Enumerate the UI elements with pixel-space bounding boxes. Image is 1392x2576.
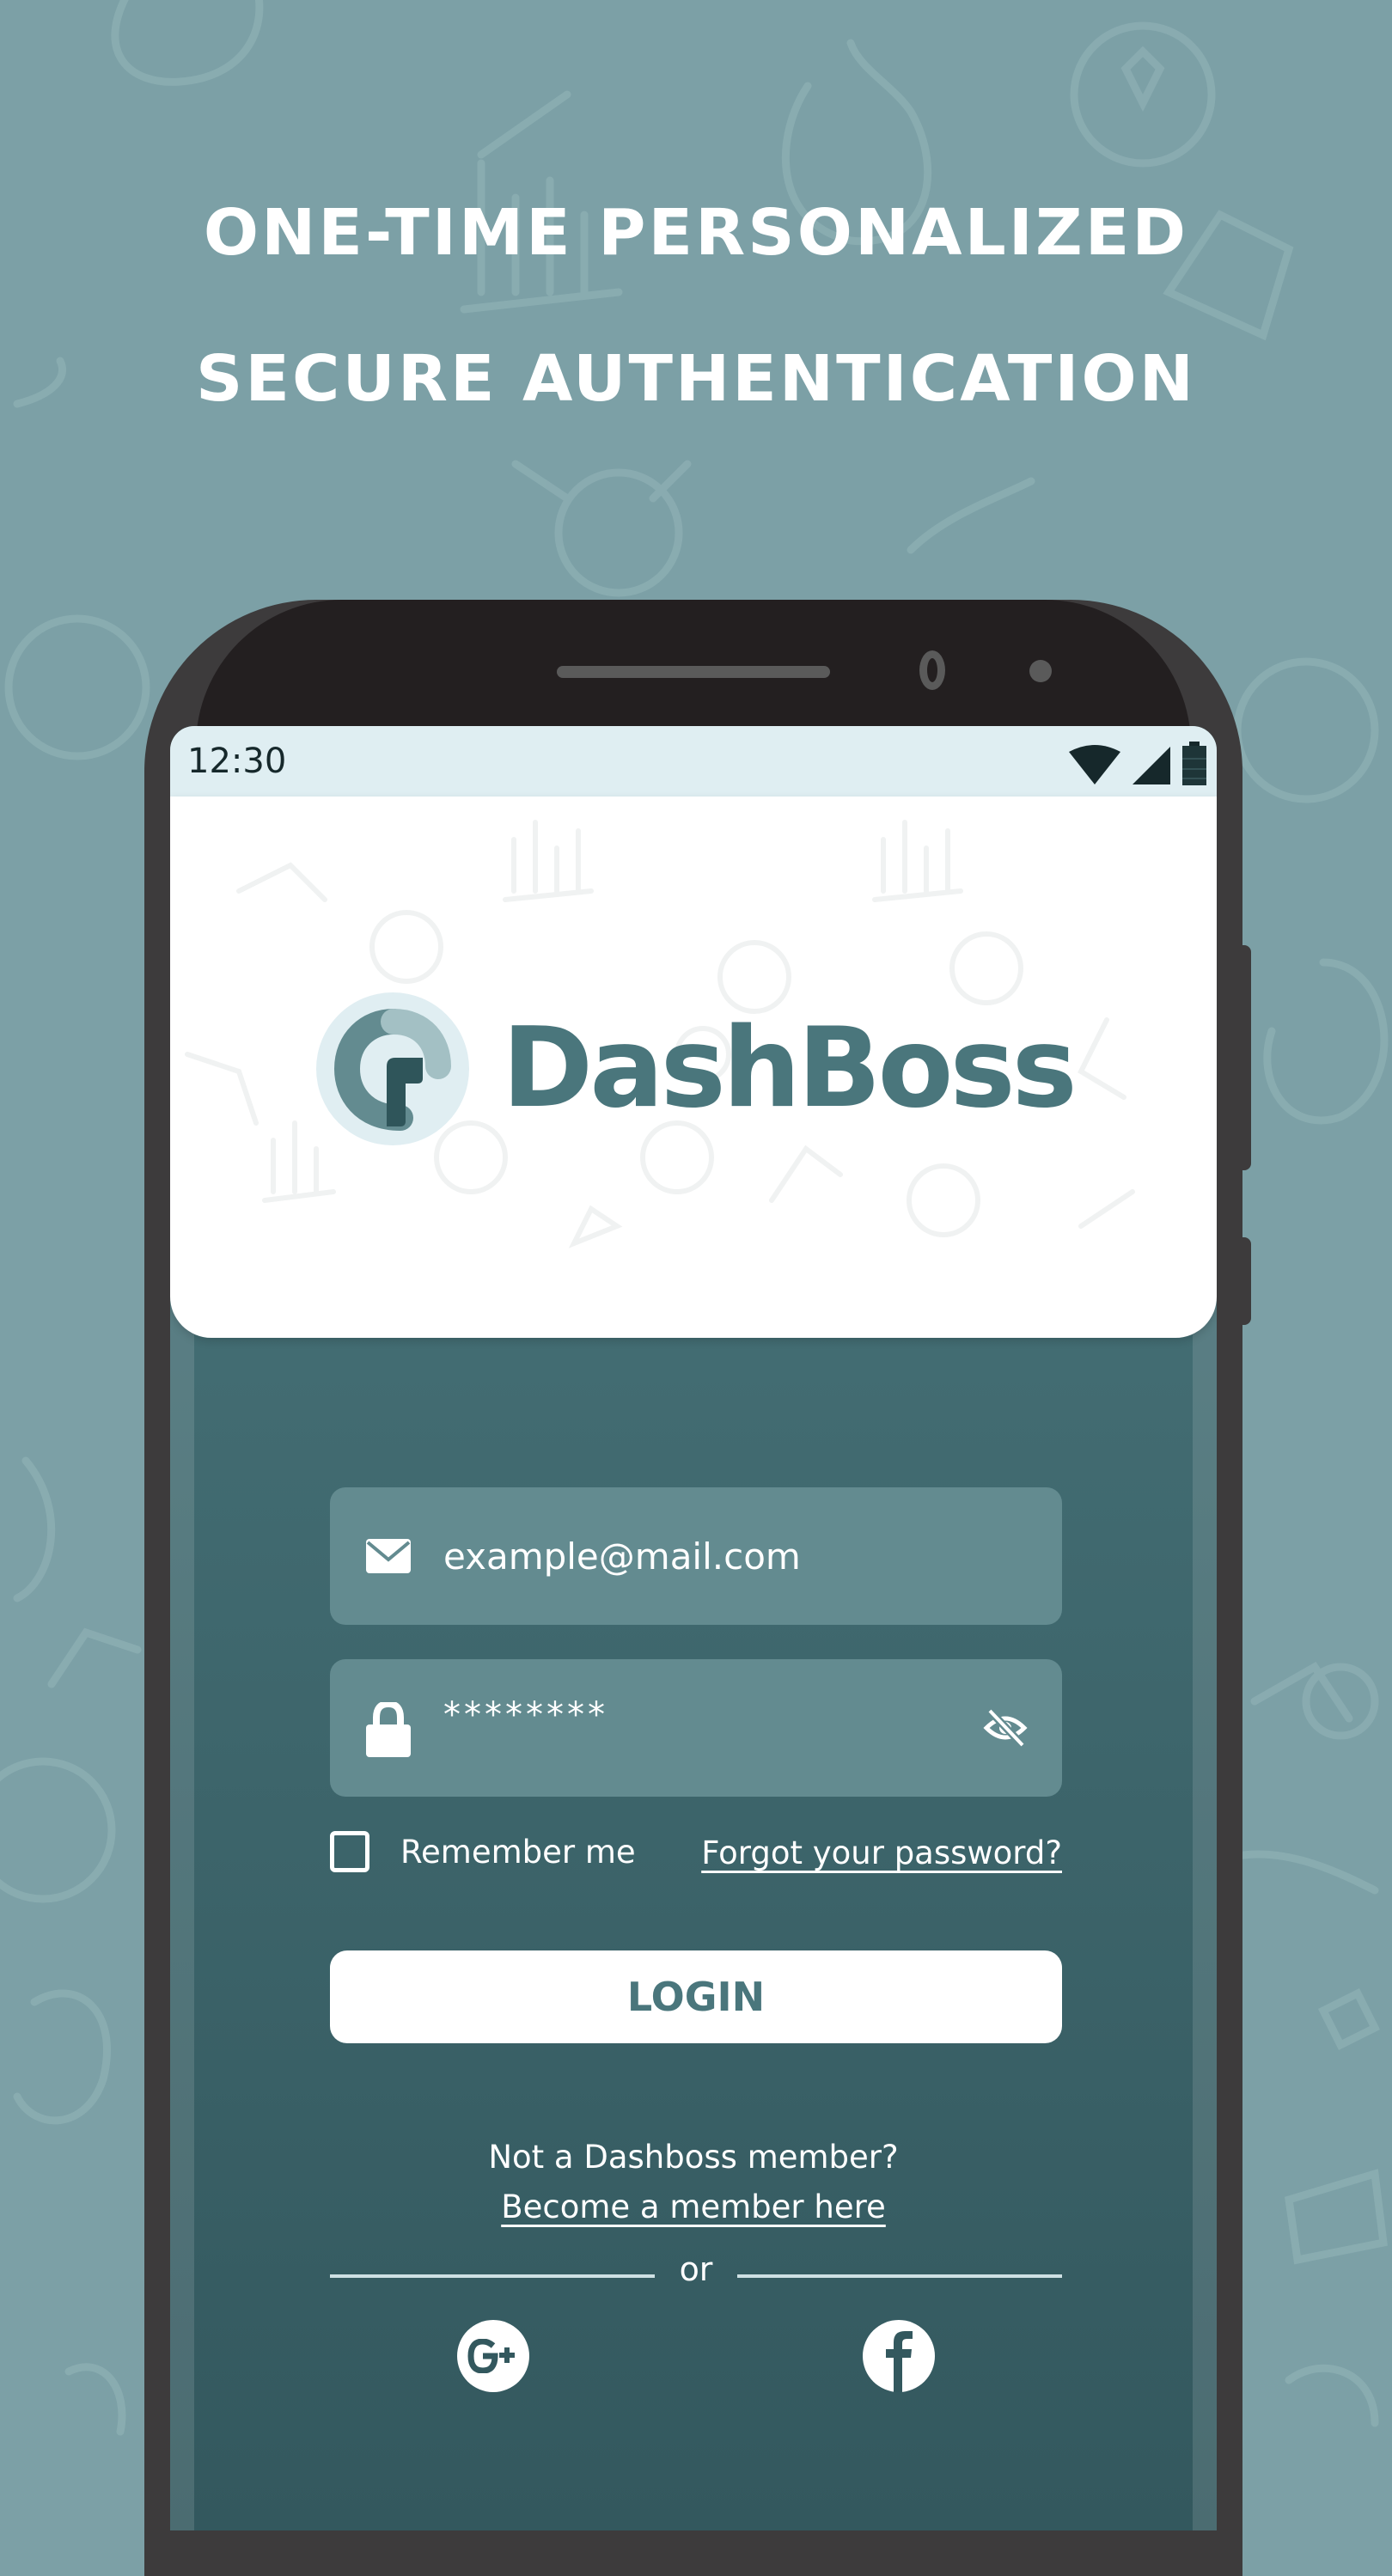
divider-or: or [679, 2250, 713, 2288]
google-plus-icon [467, 2339, 515, 2373]
phone-power-button [1241, 1237, 1251, 1325]
eye-slash-icon[interactable] [983, 1709, 1028, 1747]
phone-screen: 12:30 DashBoss example@mail.com ********… [170, 726, 1217, 2530]
forgot-password-link[interactable]: Forgot your password? [701, 1834, 1062, 1871]
email-field[interactable]: example@mail.com [330, 1487, 1062, 1625]
login-button[interactable]: LOGIN [330, 1950, 1062, 2043]
signup-prompt: Not a Dashboss member? [488, 2139, 899, 2176]
remember-me-checkbox[interactable] [330, 1831, 369, 1872]
phone-front-camera [919, 650, 945, 690]
phone-sensor [1029, 660, 1052, 682]
password-value[interactable]: ******** [443, 1695, 608, 1735]
become-member-link[interactable]: Become a member here [501, 2188, 886, 2225]
phone-speaker [557, 666, 830, 678]
remember-me-label: Remember me [400, 1833, 636, 1871]
email-value[interactable]: example@mail.com [443, 1535, 801, 1578]
status-bar: 12:30 [170, 726, 1217, 797]
signup-link-wrapper: Become a member here [170, 2188, 1217, 2225]
facebook-icon [886, 2331, 913, 2392]
headline-line-1: ONE-TIME PERSONALIZED [203, 196, 1189, 270]
lock-icon [366, 1702, 411, 1757]
status-icons [1067, 738, 1208, 786]
brand-logo: DashBoss [316, 992, 1078, 1145]
wifi-icon [1069, 745, 1120, 784]
facebook-login-button[interactable] [863, 2320, 935, 2392]
dashboss-logo-icon [316, 992, 469, 1145]
headline-line-2: SECURE AUTHENTICATION [195, 342, 1197, 416]
remember-me[interactable]: Remember me [330, 1831, 636, 1872]
phone-volume-button [1241, 945, 1251, 1170]
brand-name: DashBoss [502, 1004, 1078, 1132]
signal-icon [1133, 747, 1170, 784]
divider-line-left [330, 2274, 655, 2278]
brand-header-card: DashBoss [170, 797, 1217, 1338]
google-plus-login-button[interactable] [457, 2320, 529, 2392]
password-field[interactable]: ******** [330, 1659, 1062, 1797]
mail-icon [366, 1539, 411, 1573]
divider-line-right [737, 2274, 1062, 2278]
battery-icon [1182, 742, 1206, 785]
status-time: 12:30 [187, 742, 287, 781]
